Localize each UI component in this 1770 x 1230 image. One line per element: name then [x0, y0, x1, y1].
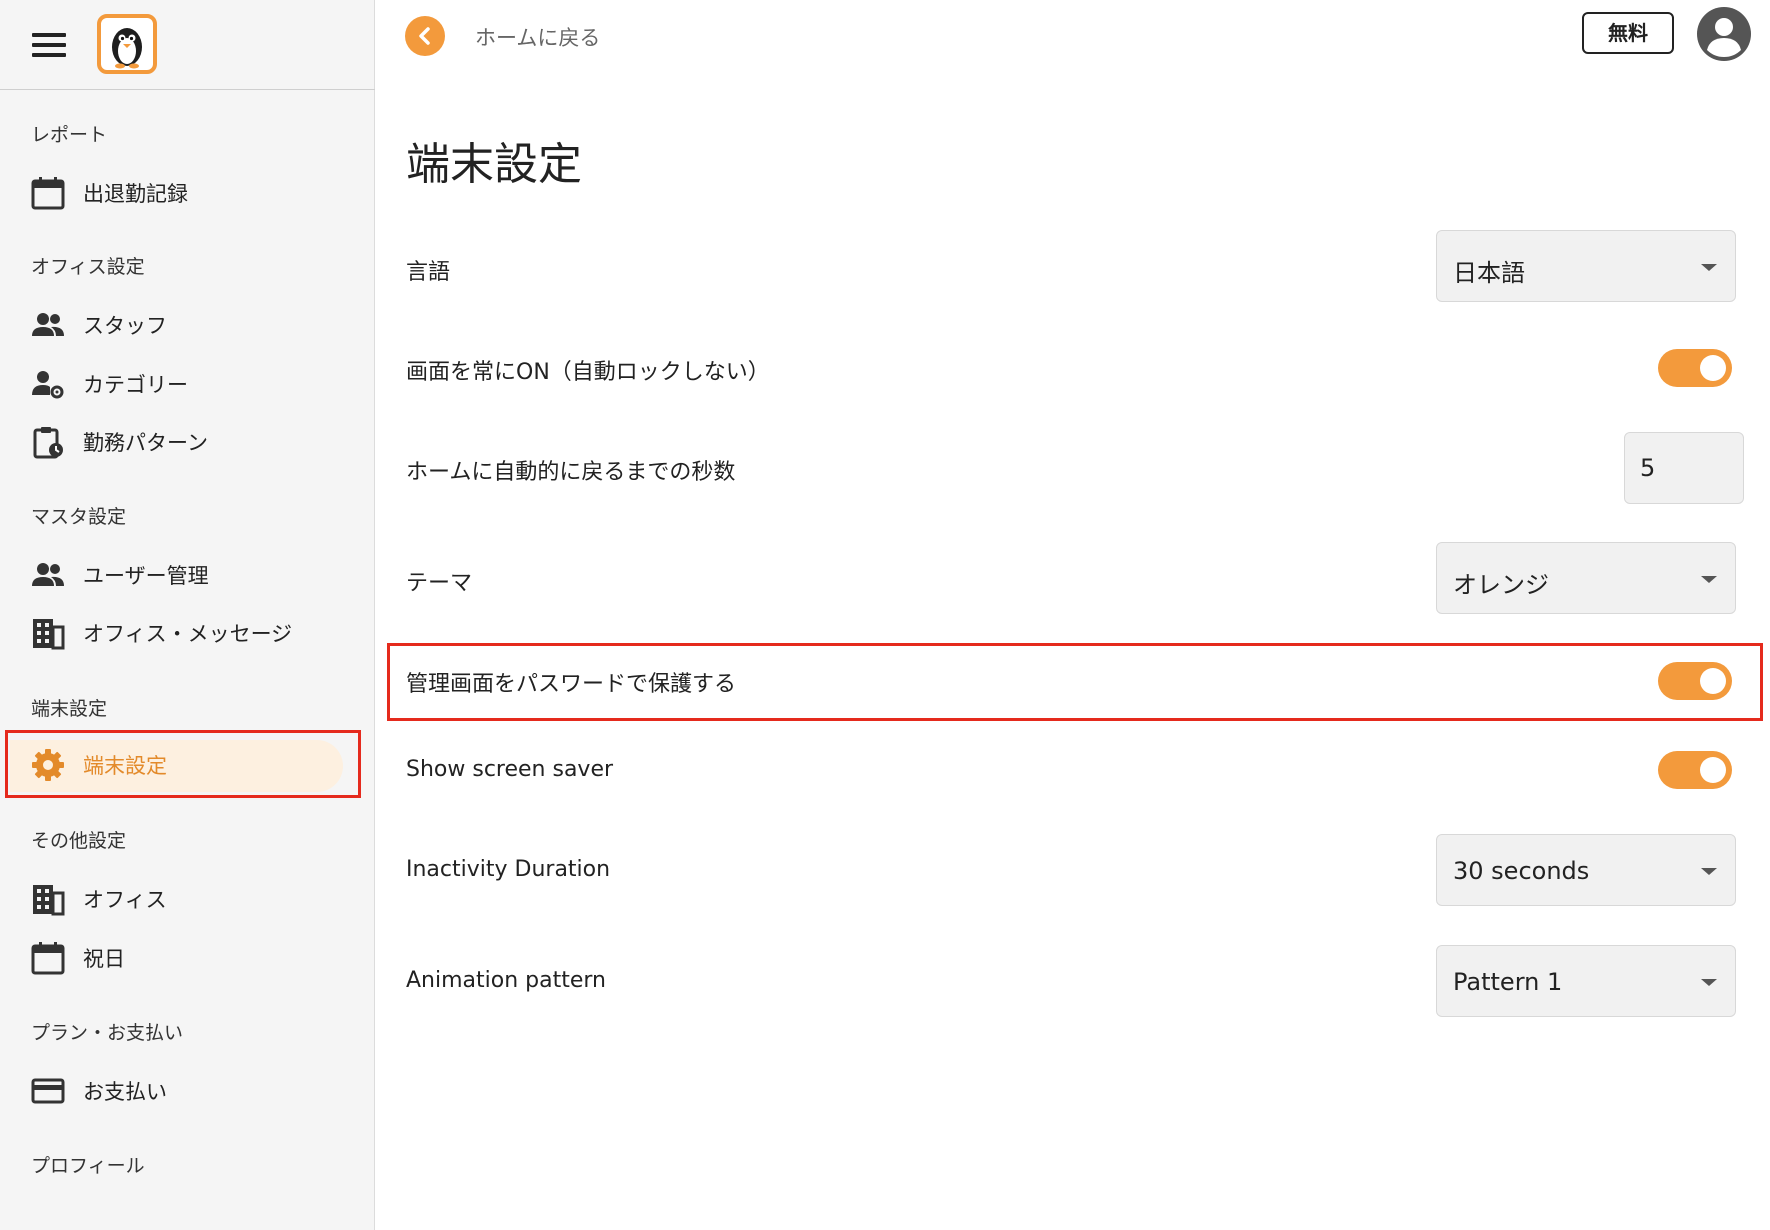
sidebar-item-payment[interactable]: お支払い — [0, 1062, 375, 1118]
sidebar-item-label: ユーザー管理 — [83, 564, 209, 588]
animation-pattern-value: Pattern 1 — [1453, 968, 1563, 996]
sidebar-item-label: オフィス・メッセージ — [83, 622, 293, 646]
calendar-icon — [31, 942, 65, 975]
people-icon — [32, 563, 64, 586]
building-icon — [33, 885, 65, 916]
section-title-report: レポート — [31, 124, 108, 146]
dropdown-caret-icon — [1701, 868, 1717, 875]
auto-return-seconds-input[interactable] — [1624, 432, 1744, 504]
sidebar-item-user-management[interactable]: ユーザー管理 — [0, 546, 375, 602]
section-title-plan-payment: プラン・お支払い — [31, 1022, 184, 1044]
sidebar-item-holidays[interactable]: 祝日 — [0, 929, 375, 985]
dropdown-caret-icon — [1701, 979, 1717, 986]
sidebar-item-label: オフィス — [83, 888, 167, 912]
toggle-thumb — [1700, 757, 1726, 783]
highlight-box-sidebar — [5, 730, 361, 798]
sidebar-item-office-message[interactable]: オフィス・メッセージ — [0, 604, 375, 660]
section-title-office-settings: オフィス設定 — [31, 256, 145, 278]
plan-badge[interactable]: 無料 — [1582, 12, 1674, 54]
password-protect-toggle[interactable] — [1658, 662, 1732, 700]
password-protect-label: 管理画面をパスワードで保護する — [406, 672, 737, 697]
animation-pattern-select[interactable]: Pattern 1 — [1436, 945, 1736, 1017]
sidebar-item-label: スタッフ — [83, 314, 167, 338]
sidebar-item-label: お支払い — [83, 1080, 167, 1104]
theme-label: テーマ — [406, 571, 473, 596]
person-gear-icon — [32, 371, 64, 399]
credit-card-icon — [31, 1078, 65, 1104]
inactivity-duration-select[interactable]: 30 seconds — [1436, 834, 1736, 906]
auto-return-seconds-label: ホームに自動的に戻るまでの秒数 — [406, 460, 736, 485]
inactivity-duration-value: 30 seconds — [1453, 857, 1590, 885]
screen-always-on-label: 画面を常にON（自動ロックしない） — [406, 360, 770, 385]
hamburger-menu-icon[interactable] — [32, 33, 66, 57]
building-icon — [33, 619, 65, 650]
theme-select[interactable]: オレンジ — [1436, 542, 1736, 614]
sidebar-header — [0, 0, 375, 90]
sidebar-item-label: 祝日 — [83, 947, 125, 971]
sidebar-item-attendance-records[interactable]: 出退勤記録 — [0, 164, 375, 220]
toggle-thumb — [1700, 355, 1726, 381]
dropdown-caret-icon — [1701, 576, 1717, 583]
page-title: 端末設定 — [406, 139, 582, 190]
clipboard-clock-icon — [33, 427, 63, 459]
people-icon — [32, 313, 64, 336]
sidebar-item-office[interactable]: オフィス — [0, 870, 375, 926]
language-label: 言語 — [406, 260, 451, 285]
sidebar-item-category[interactable]: カテゴリー — [0, 355, 375, 411]
sidebar-item-label: カテゴリー — [83, 373, 188, 397]
section-title-master-settings: マスタ設定 — [31, 506, 127, 528]
dropdown-caret-icon — [1701, 264, 1717, 271]
chevron-left-icon — [419, 27, 430, 45]
back-to-home-link[interactable]: ホームに戻る — [475, 22, 600, 52]
sidebar-item-label: 勤務パターン — [83, 431, 208, 455]
screen-always-on-toggle[interactable] — [1658, 349, 1732, 387]
section-title-profile: プロフィール — [31, 1155, 145, 1177]
sidebar-item-label: 出退勤記録 — [83, 182, 188, 206]
section-title-device-settings: 端末設定 — [31, 698, 108, 720]
screen-saver-label: Show screen saver — [406, 757, 614, 782]
animation-pattern-label: Animation pattern — [406, 968, 606, 993]
sidebar-item-staff[interactable]: スタッフ — [0, 296, 375, 352]
calendar-icon — [31, 177, 65, 210]
inactivity-duration-label: Inactivity Duration — [406, 857, 611, 882]
toggle-thumb — [1700, 668, 1726, 694]
section-title-other-settings: その他設定 — [31, 830, 127, 852]
penguin-logo — [97, 14, 157, 74]
language-select[interactable]: 日本語 — [1436, 230, 1736, 302]
sidebar-item-work-pattern[interactable]: 勤務パターン — [0, 413, 375, 469]
theme-select-value: オレンジ — [1453, 571, 1549, 599]
screen-saver-toggle[interactable] — [1658, 751, 1732, 789]
sidebar: レポート 出退勤記録 オフィス設定 スタッフ カテゴリー 勤務パターン マスタ設… — [0, 0, 375, 1230]
avatar[interactable] — [1696, 6, 1752, 62]
back-button[interactable] — [405, 16, 445, 56]
language-select-value: 日本語 — [1453, 259, 1525, 287]
